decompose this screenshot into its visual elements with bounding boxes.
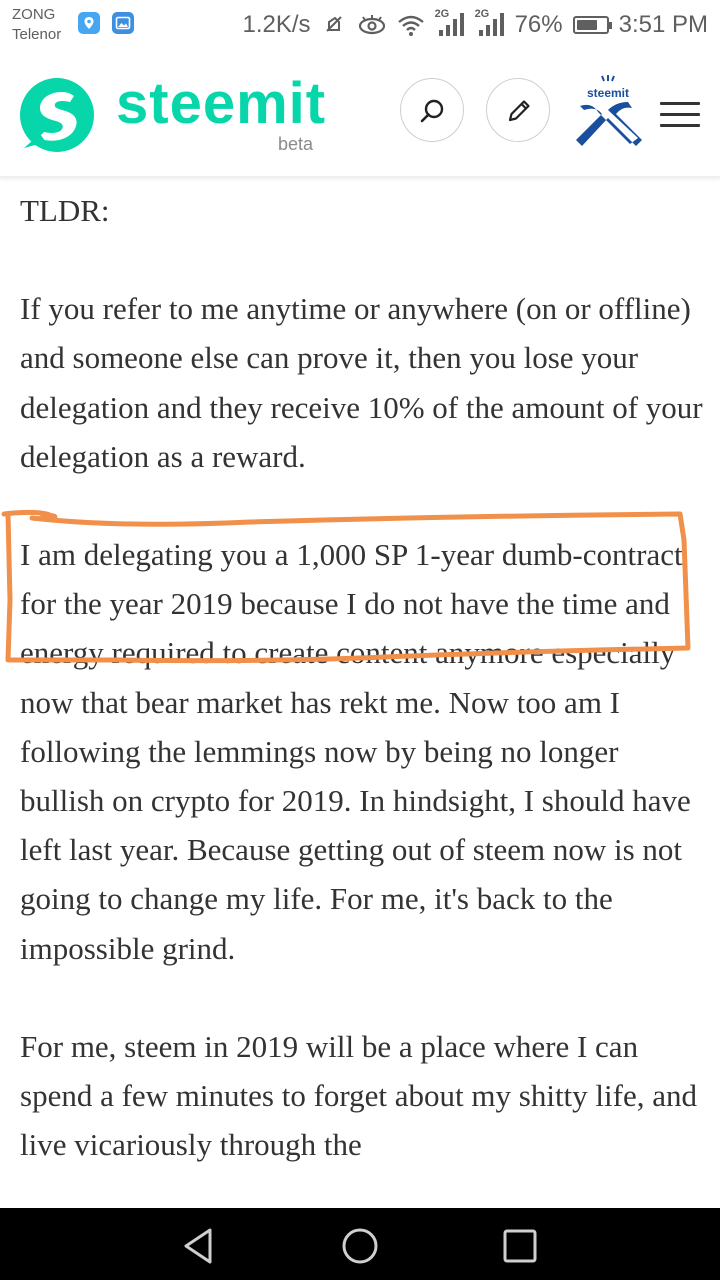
status-right: 1.2K/s 2G 2G 76% 3:51 PM: [243, 8, 708, 42]
signal-1: 2G: [435, 8, 465, 38]
home-button[interactable]: [340, 1226, 380, 1266]
system-nav-bar: [0, 1208, 720, 1280]
app-header: steemit beta steemit: [0, 48, 720, 177]
steemit-logo-icon[interactable]: [18, 76, 96, 159]
beta-label: beta: [278, 134, 314, 154]
battery-tip: [608, 22, 612, 29]
home-icon: [342, 1228, 378, 1264]
location-app-icon: [78, 12, 100, 34]
post-paragraph: For me, steem in 2019 will be a place wh…: [20, 1028, 697, 1163]
back-icon: [184, 1228, 212, 1264]
recents-icon: [503, 1229, 537, 1263]
eye-icon: [358, 15, 385, 35]
search-button[interactable]: [400, 78, 464, 142]
signal-2: 2G: [475, 8, 505, 38]
carrier-names: ZONG Telenor: [12, 5, 61, 45]
search-icon: [420, 99, 444, 123]
battery-body: [572, 16, 612, 34]
post-body: TLDR: If you refer to me anytime or anyw…: [20, 186, 710, 1169]
menu-button[interactable]: [660, 102, 700, 127]
battery-fill: [576, 20, 597, 30]
battery-icon: [572, 16, 612, 34]
post-paragraph: TLDR:: [20, 193, 110, 228]
post-paragraph: I am delegating you a 1,000 SP 1-year du…: [20, 537, 691, 966]
back-button[interactable]: [180, 1226, 220, 1266]
signal-1-tag: 2G: [434, 8, 450, 20]
gallery-app-icon: [112, 12, 134, 34]
battery-percent: 76%: [514, 11, 563, 38]
signal-2-tag: 2G: [474, 8, 490, 20]
clock: 3:51 PM: [618, 11, 708, 38]
recents-button[interactable]: [500, 1226, 540, 1266]
menu-icon: [660, 102, 700, 127]
carrier-1: ZONG: [12, 6, 56, 23]
pencil-icon: [508, 100, 530, 122]
steemit-wordmark[interactable]: steemit: [116, 74, 326, 134]
status-bar: ZONG Telenor 1.2K/s 2G 2G 76% 3:51 PM: [0, 0, 720, 48]
wifi-icon: [397, 15, 424, 36]
mute-icon: [325, 16, 342, 32]
avatar-image: [576, 75, 642, 146]
net-speed: 1.2K/s: [242, 11, 311, 38]
user-avatar[interactable]: steemit: [572, 72, 644, 148]
carrier-2: Telenor: [12, 26, 62, 43]
post-paragraph: If you refer to me anytime or anywhere (…: [20, 291, 703, 474]
new-post-button[interactable]: [486, 78, 550, 142]
screen: ZONG Telenor 1.2K/s 2G 2G 76% 3:51 PM st…: [0, 0, 720, 1280]
